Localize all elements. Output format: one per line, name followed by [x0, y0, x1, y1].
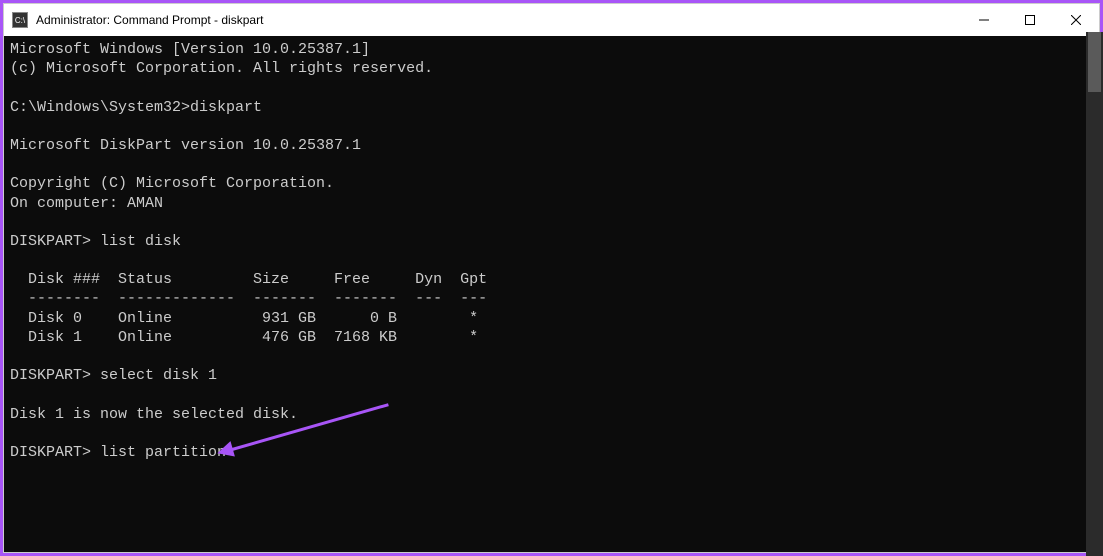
terminal-line: Disk ### Status Size Free Dyn Gpt: [10, 271, 487, 288]
terminal-line: -------- ------------- ------- ------- -…: [10, 290, 487, 307]
terminal-line: Microsoft Windows [Version 10.0.25387.1]: [10, 41, 370, 58]
command-prompt-window: C:\ Administrator: Command Prompt - disk…: [3, 3, 1100, 553]
terminal-line: On computer: AMAN: [10, 195, 163, 212]
terminal-line: Disk 1 Online 476 GB 7168 KB *: [10, 329, 478, 346]
terminal-line: Disk 0 Online 931 GB 0 B *: [10, 310, 478, 327]
terminal-line: DISKPART> list disk: [10, 233, 181, 250]
minimize-button[interactable]: [961, 4, 1007, 36]
terminal-line: C:\Windows\System32>diskpart: [10, 99, 262, 116]
vertical-scrollbar[interactable]: [1086, 32, 1103, 556]
terminal-line: (c) Microsoft Corporation. All rights re…: [10, 60, 433, 77]
terminal-output[interactable]: Microsoft Windows [Version 10.0.25387.1]…: [4, 36, 1099, 552]
app-icon: C:\: [12, 12, 28, 28]
terminal-line: Disk 1 is now the selected disk.: [10, 406, 298, 423]
maximize-button[interactable]: [1007, 4, 1053, 36]
terminal-line: DISKPART> select disk 1: [10, 367, 217, 384]
terminal-line: Copyright (C) Microsoft Corporation.: [10, 175, 334, 192]
scrollbar-thumb[interactable]: [1088, 32, 1101, 92]
terminal-line: Microsoft DiskPart version 10.0.25387.1: [10, 137, 361, 154]
window-title: Administrator: Command Prompt - diskpart: [36, 13, 961, 27]
titlebar-controls: [961, 4, 1099, 36]
titlebar[interactable]: C:\ Administrator: Command Prompt - disk…: [4, 4, 1099, 36]
app-icon-glyph: C:\: [15, 16, 25, 25]
terminal-line: DISKPART> list partition: [10, 444, 226, 461]
